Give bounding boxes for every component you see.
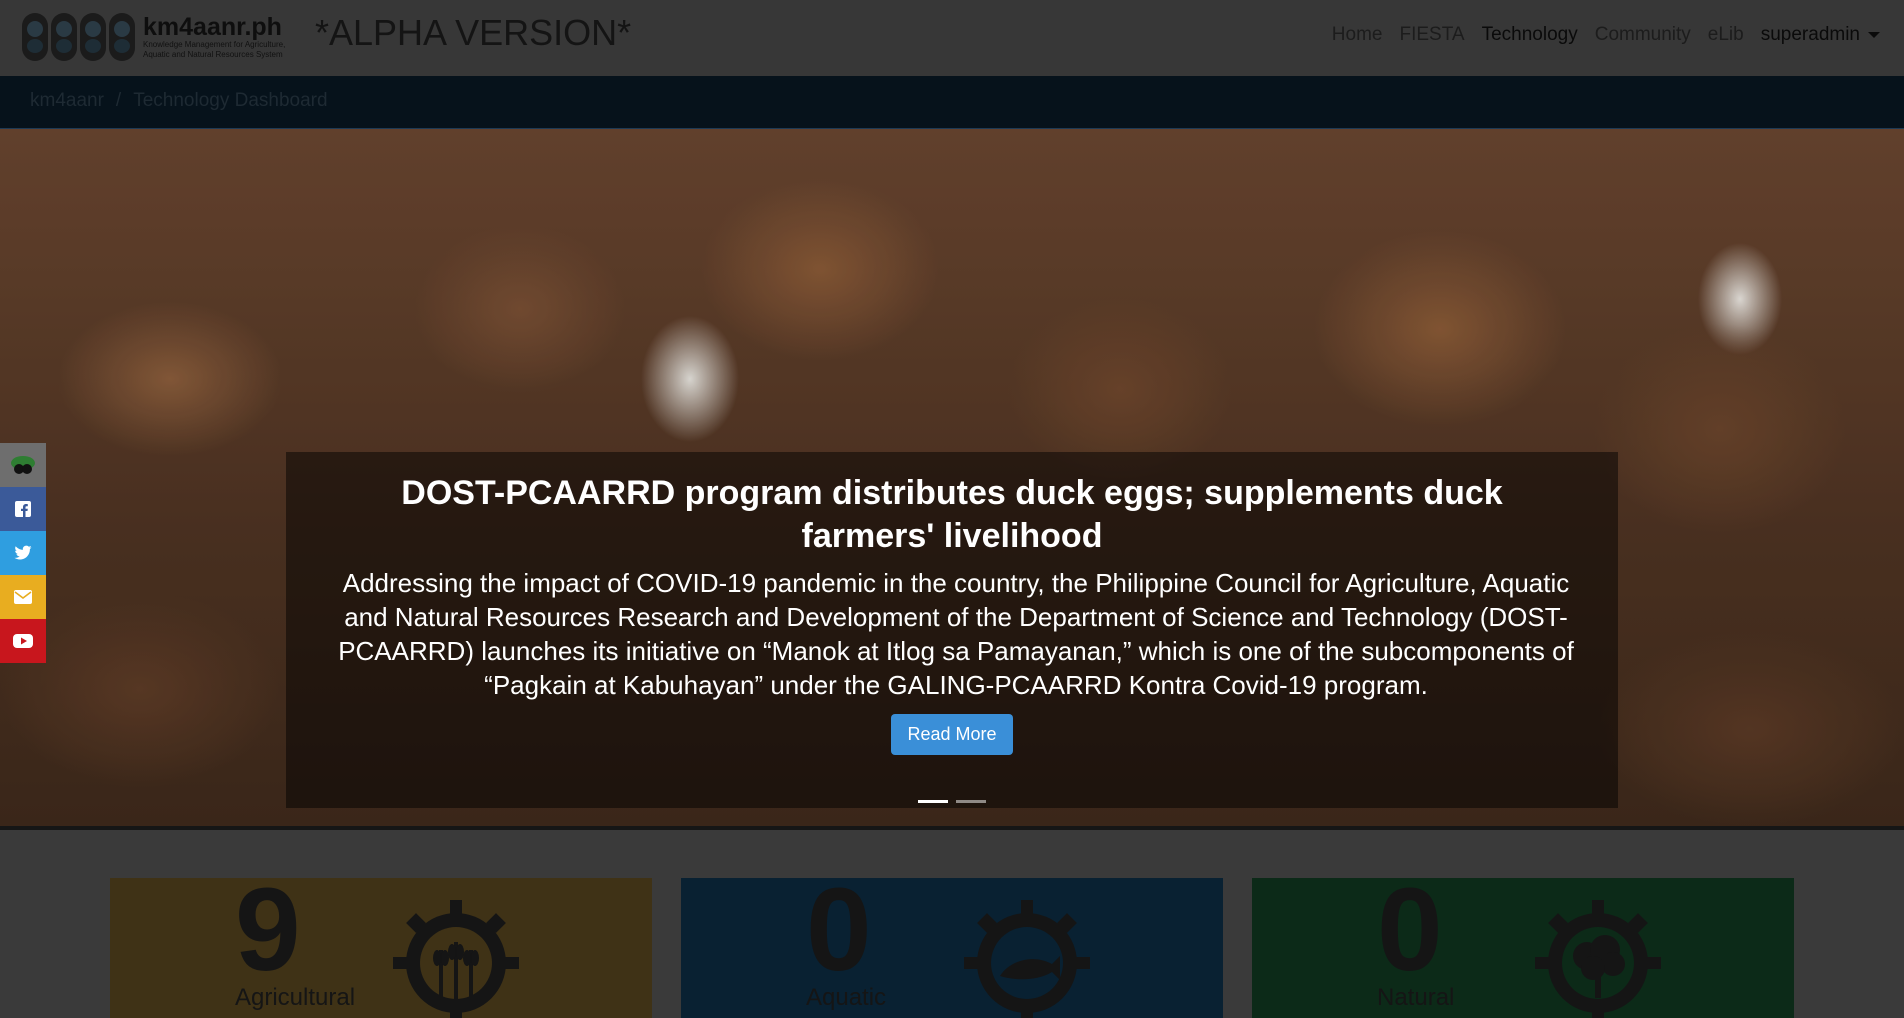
agricultural-count: 9 (235, 878, 301, 996)
chevron-down-icon (1868, 32, 1880, 38)
natural-count: 0 (1377, 878, 1443, 996)
social-sidebar (0, 443, 46, 663)
youtube-icon[interactable] (0, 619, 46, 663)
nav-fiesta[interactable]: FIESTA (1399, 24, 1464, 46)
top-navbar: km4aanr.ph Knowledge Management for Agri… (0, 0, 1904, 76)
caption-text: Addressing the impact of COVID-19 pandem… (338, 568, 1574, 700)
hero-carousel[interactable]: DOST-PCAARRD program distributes duck eg… (0, 128, 1904, 827)
read-more-button[interactable]: Read More (891, 714, 1013, 755)
brand-logo[interactable]: km4aanr.ph Knowledge Management for Agri… (22, 11, 285, 63)
breadcrumb-root[interactable]: km4aanr (30, 90, 104, 112)
logo-icon (22, 13, 135, 61)
nav-technology[interactable]: Technology (1482, 24, 1578, 46)
natural-card[interactable]: 0 Natural (1252, 878, 1794, 1018)
facebook-icon[interactable] (0, 487, 46, 531)
agricultural-label: Agricultural (235, 984, 356, 1011)
alpha-version-label: *ALPHA VERSION* (315, 12, 632, 53)
km4aanr-logo-icon[interactable] (0, 443, 46, 487)
aquatic-count: 0 (806, 878, 872, 996)
divider (0, 826, 1904, 830)
carousel-caption: DOST-PCAARRD program distributes duck eg… (286, 452, 1618, 808)
fish-gear-icon (964, 900, 1090, 1018)
twitter-icon[interactable] (0, 531, 46, 575)
brand-subtitle-line-2: Aquatic and Natural Resources System (143, 50, 283, 59)
natural-label: Natural (1377, 984, 1455, 1011)
tree-gear-icon (1535, 900, 1661, 1018)
brand-title: km4aanr.ph (143, 13, 282, 41)
breadcrumb: km4aanr / Technology Dashboard (0, 76, 1904, 128)
aquatic-card[interactable]: 0 Aquatic (681, 878, 1223, 1018)
caption-title: DOST-PCAARRD program distributes duck eg… (401, 474, 1503, 555)
wheat-gear-icon (393, 900, 519, 1018)
nav-home[interactable]: Home (1332, 24, 1383, 46)
carousel-indicators (286, 800, 1618, 803)
nav-links: Home FIESTA Technology Community eLib su… (1332, 24, 1880, 46)
brand-subtitle-line-1: Knowledge Management for Agriculture, (143, 40, 286, 49)
agricultural-card[interactable]: 9 Agricultural (110, 878, 652, 1018)
nav-elib[interactable]: eLib (1708, 24, 1744, 46)
nav-community[interactable]: Community (1595, 24, 1691, 46)
user-name: superadmin (1760, 24, 1860, 45)
carousel-indicator-2[interactable] (956, 800, 986, 803)
carousel-indicator-1[interactable] (918, 800, 948, 803)
user-menu-dropdown[interactable]: superadmin (1761, 24, 1880, 46)
breadcrumb-current: Technology Dashboard (133, 90, 328, 111)
breadcrumb-separator: / (115, 90, 122, 111)
aquatic-label: Aquatic (806, 984, 887, 1011)
email-icon[interactable] (0, 575, 46, 619)
